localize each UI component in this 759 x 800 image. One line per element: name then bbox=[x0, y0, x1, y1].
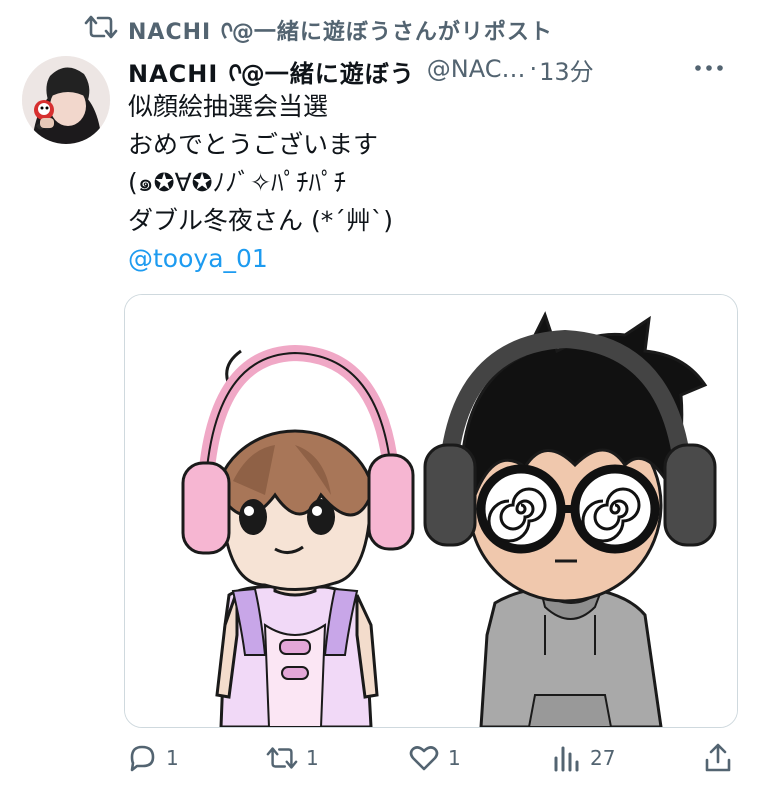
more-dots-icon[interactable] bbox=[692, 56, 726, 80]
like-button[interactable]: 1 bbox=[408, 742, 461, 774]
mention-link[interactable]: @tooya_01 bbox=[128, 240, 393, 278]
reply-icon bbox=[130, 745, 155, 772]
share-icon bbox=[705, 743, 731, 772]
avatar-image bbox=[22, 56, 110, 144]
post-text-line: ダブル冬夜さん (*´艸`) bbox=[128, 206, 393, 235]
like-count: 1 bbox=[448, 746, 461, 770]
separator-dot: · bbox=[529, 55, 538, 83]
repost-count: 1 bbox=[306, 746, 319, 770]
post-text: 似顔絵抽選会当選 おめでとうございます (๑✪∀✪ﾉﾉﾞ✧ﾊﾟﾁﾊﾟﾁ ダブル冬… bbox=[128, 88, 393, 278]
post-time[interactable]: 13分 bbox=[539, 52, 594, 87]
views-button[interactable]: 27 bbox=[550, 742, 615, 774]
views-chart-icon bbox=[554, 746, 579, 772]
repost-banner[interactable]: NACHI ᢉ@一緒に遊ぼうさんがリポスト bbox=[84, 10, 553, 45]
reply-button[interactable]: 1 bbox=[126, 742, 179, 774]
avatar[interactable] bbox=[22, 56, 110, 144]
post-text-line: おめでとうございます bbox=[128, 130, 379, 159]
post-media[interactable] bbox=[124, 294, 738, 728]
action-bar: 1 1 1 27 bbox=[126, 736, 746, 784]
repost-icon bbox=[84, 15, 118, 39]
repost-icon bbox=[266, 747, 298, 769]
heart-icon bbox=[409, 746, 439, 771]
repost-button[interactable]: 1 bbox=[266, 742, 319, 774]
post-text-line: 似顔絵抽選会当選 bbox=[128, 92, 329, 121]
share-button[interactable] bbox=[702, 742, 742, 774]
views-count: 27 bbox=[590, 746, 616, 770]
reply-count: 1 bbox=[166, 746, 179, 770]
post-header: NACHI ᢉ@一緒に遊ぼう @NAC… · 13分 bbox=[128, 50, 748, 88]
repost-banner-text: NACHI ᢉ@一緒に遊ぼうさんがリポスト bbox=[128, 20, 553, 45]
illustration-image bbox=[125, 295, 737, 727]
author-handle[interactable]: @NAC… bbox=[427, 55, 526, 83]
author-name[interactable]: NACHI ᢉ@一緒に遊ぼう bbox=[128, 48, 415, 90]
post-text-line: (๑✪∀✪ﾉﾉﾞ✧ﾊﾟﾁﾊﾟﾁ bbox=[128, 168, 347, 197]
